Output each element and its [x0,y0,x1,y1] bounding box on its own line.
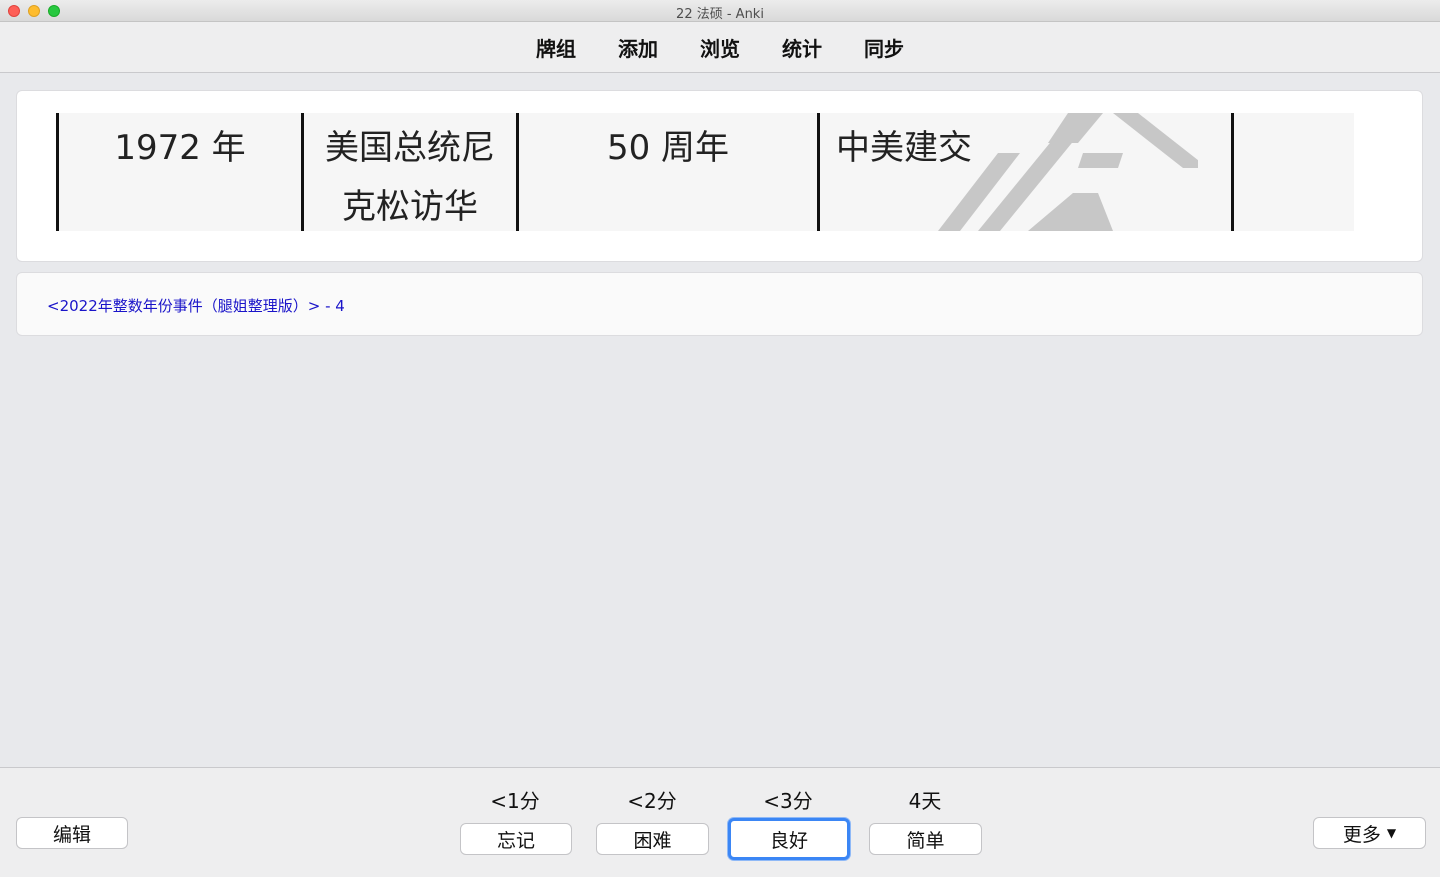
title-bar: 22 法硕 - Anki [0,0,1440,22]
timeline-divider [817,113,820,231]
good-button[interactable]: 良好 [728,818,850,860]
interval-again: <1分 [490,789,540,813]
timeline-event-line1: 美国总统尼 [325,128,495,168]
again-button[interactable]: 忘记 [460,823,572,855]
answer-bar: 编辑 <1分 忘记 <2分 困难 <3分 良好 4天 简单 更多 ▼ [0,767,1440,877]
deck-info-panel: <2022年整数年份事件（腿姐整理版）> - 4 [16,272,1423,336]
timeline-divider [1231,113,1234,231]
easy-button[interactable]: 简单 [869,823,982,855]
interval-hard: <2分 [627,789,677,813]
interval-good: <3分 [763,789,813,813]
nav-add[interactable]: 添加 [618,33,658,62]
card-content: 1972 年 美国总统尼 克松访华 50 周年 中美建交 [16,90,1423,262]
timeline-year: 1972 年 [114,128,246,168]
window-title: 22 法硕 - Anki [676,7,764,22]
edit-button[interactable]: 编辑 [16,817,128,849]
main-toolbar: 牌组 添加 浏览 统计 同步 [0,22,1440,73]
hard-button[interactable]: 困难 [596,823,709,855]
timeline-event-line2: 克松访华 [342,187,478,227]
more-button[interactable]: 更多 ▼ [1313,817,1426,849]
timeline-image: 1972 年 美国总统尼 克松访华 50 周年 中美建交 [56,113,1354,231]
more-label: 更多 [1342,823,1381,846]
timeline-anniversary: 50 周年 [606,128,730,168]
nav-browse[interactable]: 浏览 [700,33,740,62]
timeline-event: 美国总统尼 克松访华 [304,119,516,237]
interval-easy: 4天 [908,789,942,813]
dropdown-caret-icon: ▼ [1386,826,1397,840]
timeline-topic: 中美建交 [836,128,972,168]
deck-link[interactable]: <2022年整数年份事件（腿姐整理版）> - 4 [47,295,345,316]
nav-decks[interactable]: 牌组 [536,33,576,62]
nav-stats[interactable]: 统计 [782,33,822,62]
nav-sync[interactable]: 同步 [864,33,904,62]
